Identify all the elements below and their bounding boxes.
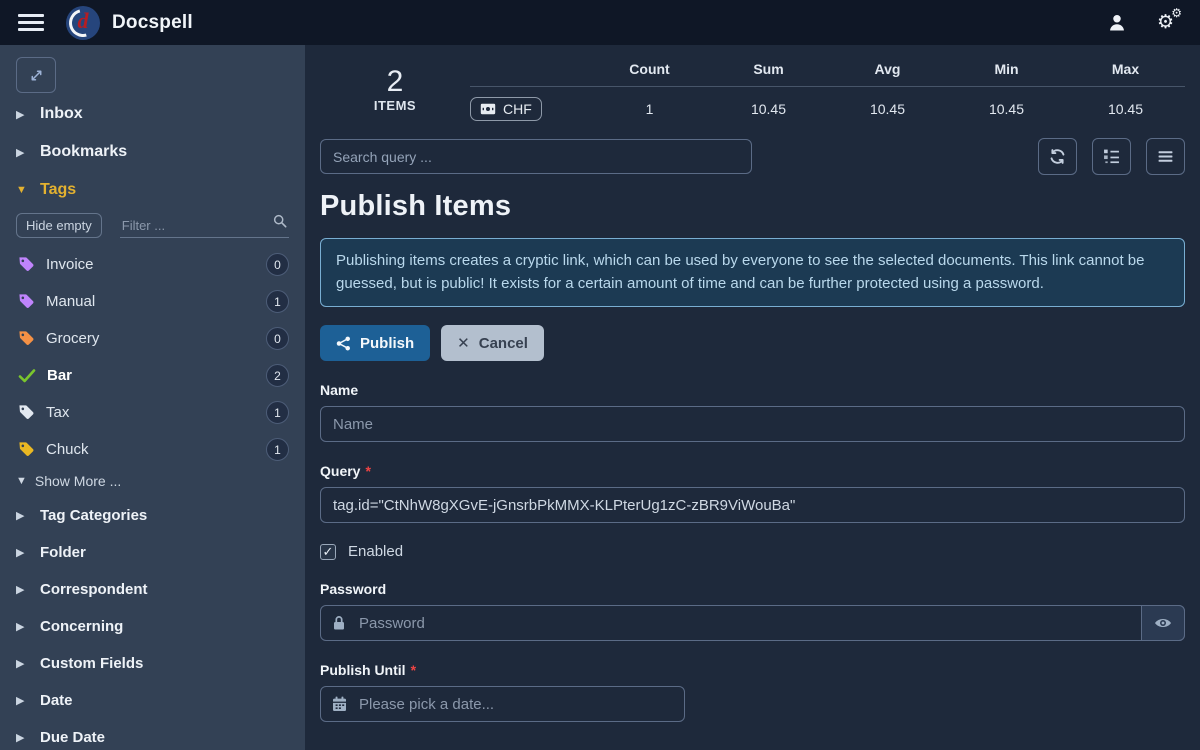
name-field[interactable]	[320, 406, 1185, 442]
publish-button[interactable]: Publish	[320, 325, 430, 361]
eye-icon	[1154, 616, 1172, 630]
sync-icon	[1049, 148, 1066, 165]
share-icon	[336, 336, 351, 351]
val-count: 1	[590, 101, 709, 117]
collapse-sidebar-button[interactable]	[16, 57, 56, 93]
calendar-icon	[332, 696, 347, 712]
stats-panel: 2 ITEMS Count Sum Avg Min Max CHF	[320, 57, 1185, 121]
tag-item-bar[interactable]: Bar 2	[0, 357, 305, 394]
required-marker: *	[365, 463, 370, 479]
query-label: Query	[320, 463, 360, 479]
sidebar-item-concerning[interactable]: ▶ Concerning	[0, 608, 305, 645]
refresh-button[interactable]	[1038, 138, 1077, 175]
settings-gears-icon[interactable]: ⚙⚙	[1157, 13, 1174, 32]
currency-badge[interactable]: CHF	[470, 97, 542, 121]
password-field[interactable]	[320, 605, 1185, 641]
chevron-right-icon: ▶	[16, 583, 26, 596]
chevron-right-icon: ▶	[16, 694, 26, 707]
close-icon: ✕	[457, 334, 470, 352]
select-mode-button[interactable]	[1092, 138, 1131, 175]
chevron-right-icon: ▶	[16, 509, 26, 522]
sidebar-item-inbox[interactable]: ▶ Inbox	[0, 95, 305, 133]
check-icon	[18, 367, 36, 385]
tag-icon	[18, 404, 35, 421]
sidebar-item-folder[interactable]: ▶ Folder	[0, 534, 305, 571]
chevron-right-icon: ▶	[16, 146, 26, 159]
search-query-input[interactable]	[320, 139, 752, 174]
tag-item-invoice[interactable]: Invoice 0	[0, 246, 305, 283]
sidebar-item-due-date[interactable]: ▶ Due Date	[0, 719, 305, 750]
tag-item-manual[interactable]: Manual 1	[0, 283, 305, 320]
task-list-icon	[1103, 148, 1120, 165]
col-count: Count	[590, 61, 709, 77]
query-field[interactable]	[320, 487, 1185, 523]
chevron-right-icon: ▶	[16, 108, 26, 121]
page-title: Publish Items	[320, 190, 1185, 223]
val-sum: 10.45	[709, 101, 828, 117]
val-min: 10.45	[947, 101, 1066, 117]
publish-info-message: Publishing items creates a cryptic link,…	[320, 238, 1185, 307]
password-label: Password	[320, 581, 386, 597]
user-icon[interactable]	[1107, 13, 1127, 33]
hide-empty-button[interactable]: Hide empty	[16, 213, 102, 238]
items-count: 2	[320, 65, 470, 98]
money-bill-icon	[480, 103, 496, 115]
enabled-checkbox[interactable]: Enabled	[320, 543, 1185, 560]
tag-count-badge: 0	[266, 253, 289, 276]
tag-icon	[18, 441, 35, 458]
tag-count-badge: 0	[266, 327, 289, 350]
val-max: 10.45	[1066, 101, 1185, 117]
sidebar: ▶ Inbox ▶ Bookmarks ▼ Tags Hide empty	[0, 45, 305, 750]
tag-count-badge: 2	[266, 364, 289, 387]
tag-count-badge: 1	[266, 401, 289, 424]
col-min: Min	[947, 61, 1066, 77]
tag-count-badge: 1	[266, 290, 289, 313]
chevron-right-icon: ▶	[16, 731, 26, 744]
tag-icon	[18, 293, 35, 310]
required-marker: *	[411, 662, 416, 678]
chevron-right-icon: ▶	[16, 620, 26, 633]
bars-icon	[1157, 148, 1174, 165]
tag-item-grocery[interactable]: Grocery 0	[0, 320, 305, 357]
expand-icon	[29, 68, 44, 83]
menu-list-button[interactable]	[1146, 138, 1185, 175]
sidebar-item-custom-fields[interactable]: ▶ Custom Fields	[0, 645, 305, 682]
sidebar-item-tag-categories[interactable]: ▶ Tag Categories	[0, 497, 305, 534]
publish-until-label: Publish Until	[320, 662, 406, 678]
col-max: Max	[1066, 61, 1185, 77]
tag-filter-input[interactable]	[120, 214, 289, 238]
chevron-right-icon: ▶	[16, 657, 26, 670]
sidebar-item-tags[interactable]: ▼ Tags	[0, 171, 305, 209]
publish-until-date-field[interactable]	[320, 686, 685, 722]
app-title: Docspell	[112, 12, 193, 34]
sidebar-item-correspondent[interactable]: ▶ Correspondent	[0, 571, 305, 608]
main-content: 2 ITEMS Count Sum Avg Min Max CHF	[305, 45, 1200, 750]
tag-item-chuck[interactable]: Chuck 1	[0, 431, 305, 468]
search-icon	[273, 214, 287, 233]
tag-item-tax[interactable]: Tax 1	[0, 394, 305, 431]
cancel-button[interactable]: ✕ Cancel	[441, 325, 544, 361]
menu-icon[interactable]	[18, 14, 44, 31]
table-row: CHF 1 10.45 10.45 10.45 10.45	[470, 87, 1185, 121]
checkbox-checked-icon[interactable]	[320, 544, 336, 560]
stats-table: Count Sum Avg Min Max CHF 1 10.45 1	[470, 61, 1185, 121]
col-sum: Sum	[709, 61, 828, 77]
col-avg: Avg	[828, 61, 947, 77]
lock-icon	[332, 615, 346, 631]
tag-icon	[18, 330, 35, 347]
tag-count-badge: 1	[266, 438, 289, 461]
val-avg: 10.45	[828, 101, 947, 117]
chevron-right-icon: ▶	[16, 546, 26, 559]
tag-icon	[18, 256, 35, 273]
docspell-logo	[66, 6, 100, 40]
show-more-link[interactable]: ▼ Show More ...	[0, 468, 305, 497]
name-label: Name	[320, 382, 358, 398]
items-count-label: ITEMS	[320, 98, 470, 113]
sidebar-item-bookmarks[interactable]: ▶ Bookmarks	[0, 133, 305, 171]
toggle-password-visibility-button[interactable]	[1141, 605, 1185, 641]
chevron-down-icon: ▼	[16, 475, 27, 487]
sidebar-item-date[interactable]: ▶ Date	[0, 682, 305, 719]
topbar: Docspell ⚙⚙	[0, 0, 1200, 45]
chevron-down-icon: ▼	[16, 184, 26, 196]
